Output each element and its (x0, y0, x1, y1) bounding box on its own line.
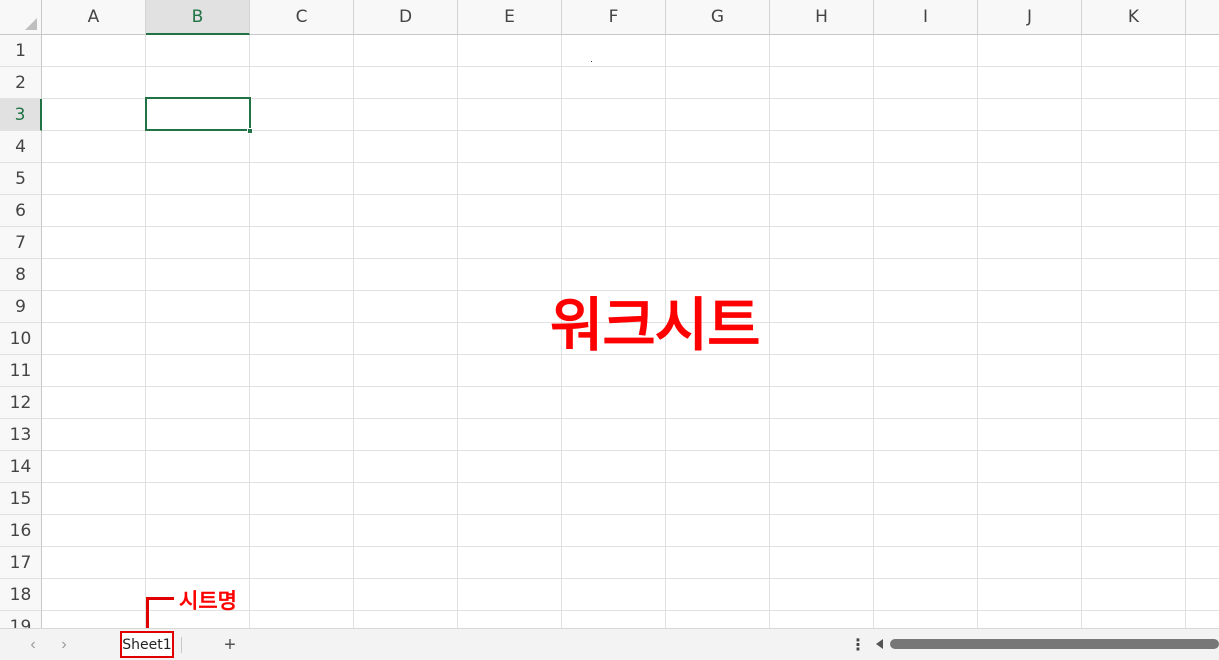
column-gridline (457, 35, 458, 628)
row-header-17[interactable]: 17 (0, 547, 42, 579)
row-gridline (42, 226, 1219, 227)
prev-sheet-button[interactable]: ‹ (22, 634, 44, 656)
column-gridline (977, 35, 978, 628)
column-header-k[interactable]: K (1082, 0, 1186, 35)
column-header-g[interactable]: G (666, 0, 770, 35)
worksheet-annotation: 워크시트 (550, 291, 760, 359)
row-header-14[interactable]: 14 (0, 451, 42, 483)
row-header-1[interactable]: 1 (0, 35, 42, 67)
row-header-12[interactable]: 12 (0, 387, 42, 419)
cell-content-dot (591, 61, 592, 62)
row-gridline (42, 578, 1219, 579)
column-header-c[interactable]: C (250, 0, 354, 35)
more-options-button[interactable]: ⋮ (850, 635, 866, 655)
row-header-9[interactable]: 9 (0, 291, 42, 323)
plus-icon: + (224, 633, 236, 656)
column-header-e[interactable]: E (458, 0, 562, 35)
row-header-13[interactable]: 13 (0, 419, 42, 451)
column-header-j[interactable]: J (978, 0, 1082, 35)
column-header-d[interactable]: D (354, 0, 458, 35)
next-sheet-button[interactable]: › (53, 634, 75, 656)
selected-cell-b3[interactable] (145, 97, 251, 131)
row-header-3[interactable]: 3 (0, 99, 42, 131)
row-gridline (42, 258, 1219, 259)
row-gridline (42, 66, 1219, 67)
row-gridline (42, 546, 1219, 547)
row-header-10[interactable]: 10 (0, 323, 42, 355)
row-header-8[interactable]: 8 (0, 259, 42, 291)
row-gridline (42, 418, 1219, 419)
chevron-right-icon: › (61, 636, 67, 653)
row-gridline (42, 514, 1219, 515)
row-gridline (42, 162, 1219, 163)
spreadsheet-grid[interactable]: ABCDEFGHIJK 1 2 3 4 5 6 7 8 9 10 11 12 13 14 15 16 17 18 1… (0, 0, 1219, 628)
row-header-6[interactable]: 6 (0, 195, 42, 227)
annotation-connector-vertical (146, 597, 149, 628)
column-gridline (353, 35, 354, 628)
row-header-19[interactable]: 19 (0, 611, 42, 628)
column-gridline (1081, 35, 1082, 628)
vertical-dots-icon: ⋮ (850, 637, 866, 654)
row-gridline (42, 482, 1219, 483)
column-header-h[interactable]: H (770, 0, 874, 35)
column-header-a[interactable]: A (42, 0, 146, 35)
row-header-11[interactable]: 11 (0, 355, 42, 387)
column-header-f[interactable]: F (562, 0, 666, 35)
sheet-tab-bar: ‹ › Sheet1 + ⋮ (0, 628, 1219, 660)
row-header-18[interactable]: 18 (0, 579, 42, 611)
column-gridline (769, 35, 770, 628)
tab-divider (181, 637, 182, 653)
row-header-15[interactable]: 15 (0, 483, 42, 515)
row-header-16[interactable]: 16 (0, 515, 42, 547)
row-header-7[interactable]: 7 (0, 227, 42, 259)
sheet-tab-label: Sheet1 (122, 636, 172, 653)
horizontal-scrollbar-thumb[interactable] (890, 639, 1219, 649)
fill-handle[interactable] (247, 128, 253, 134)
row-header-5[interactable]: 5 (0, 163, 42, 195)
row-gridline (42, 386, 1219, 387)
column-gridline (1185, 35, 1186, 628)
sheet-tab-sheet1[interactable]: Sheet1 (120, 631, 174, 658)
column-header-i[interactable]: I (874, 0, 978, 35)
column-header-b[interactable]: B (146, 0, 250, 35)
row-header-2[interactable]: 2 (0, 67, 42, 99)
row-header-4[interactable]: 4 (0, 131, 42, 163)
select-all-corner[interactable] (0, 0, 42, 35)
row-gridline (42, 450, 1219, 451)
add-sheet-button[interactable]: + (218, 633, 242, 657)
row-gridline (42, 194, 1219, 195)
annotation-connector (146, 597, 174, 600)
scroll-left-arrow-icon[interactable] (876, 639, 883, 649)
chevron-left-icon: ‹ (30, 636, 36, 653)
column-header-partial[interactable] (1186, 0, 1219, 35)
column-gridline (873, 35, 874, 628)
sheet-name-annotation: 시트명 (179, 589, 237, 613)
